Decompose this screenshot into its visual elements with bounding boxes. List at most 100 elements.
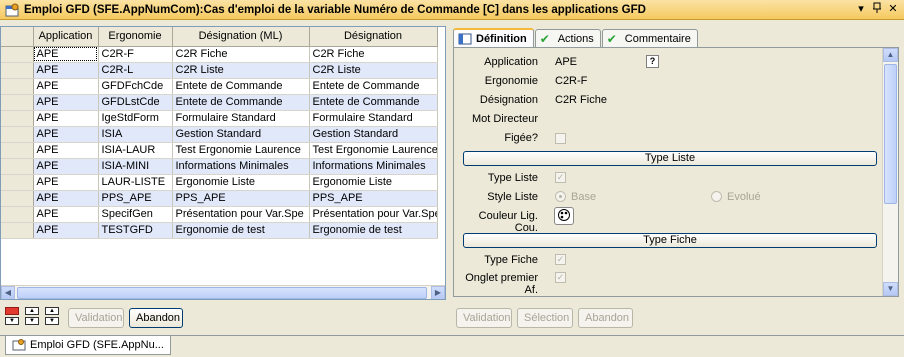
scroll-thumb[interactable]: [884, 64, 897, 204]
cell-ergonomie[interactable]: SpecifGen: [98, 206, 173, 223]
cell-designation-ml[interactable]: C2R Liste: [172, 62, 310, 79]
cell-designation-ml[interactable]: PPS_APE: [172, 190, 310, 207]
row-selector-header[interactable]: [1, 27, 34, 47]
cell-ergonomie[interactable]: ISIA-LAUR: [98, 142, 173, 159]
row-selector[interactable]: [1, 206, 34, 223]
table-row[interactable]: APE GFDLstCde Entete de Commande Entete …: [1, 94, 438, 111]
row-selector[interactable]: [1, 78, 34, 95]
table-row[interactable]: APE GFDFchCde Entete de Commande Entete …: [1, 78, 438, 95]
dropdown-icon[interactable]: ▾: [854, 2, 868, 16]
document-tab[interactable]: Emploi GFD (SFE.AppNu...: [5, 336, 171, 355]
results-grid[interactable]: Application Ergonomie Désignation (ML) D…: [0, 26, 446, 300]
type-liste-section-button[interactable]: Type Liste: [463, 151, 877, 166]
table-row[interactable]: APE C2R-L C2R Liste C2R Liste: [1, 62, 438, 79]
table-row[interactable]: APE ISIA Gestion Standard Gestion Standa…: [1, 126, 438, 143]
abandon-button[interactable]: Abandon: [129, 308, 183, 328]
ergonomie-value[interactable]: C2R-F: [555, 75, 587, 87]
table-row[interactable]: APE SpecifGen Présentation pour Var.Spe …: [1, 206, 438, 223]
cell-designation-ml[interactable]: Présentation pour Var.Spe: [172, 206, 310, 223]
scroll-left-icon[interactable]: ◀: [1, 285, 15, 299]
cell-application[interactable]: APE: [33, 46, 99, 63]
cell-ergonomie[interactable]: C2R-L: [98, 62, 173, 79]
cell-designation[interactable]: Entete de Commande: [309, 94, 438, 111]
onglet-checkbox[interactable]: ✓: [555, 272, 566, 283]
row-selector[interactable]: [1, 174, 34, 191]
table-row[interactable]: APE IgeStdForm Formulaire Standard Formu…: [1, 110, 438, 127]
cell-ergonomie[interactable]: ISIA: [98, 126, 173, 143]
cell-ergonomie[interactable]: C2R-F: [98, 46, 173, 63]
cell-designation-ml[interactable]: Gestion Standard: [172, 126, 310, 143]
right-abandon-button[interactable]: Abandon: [578, 308, 633, 328]
mot-directeur-field[interactable]: [555, 113, 675, 127]
cell-designation-ml[interactable]: Entete de Commande: [172, 78, 310, 95]
help-icon[interactable]: ?: [646, 55, 659, 68]
row-selector[interactable]: [1, 62, 34, 79]
tab-definition[interactable]: Définition: [453, 28, 534, 47]
row-selector[interactable]: [1, 94, 34, 111]
tab-actions[interactable]: ✔ Actions: [534, 29, 601, 47]
column-header-application[interactable]: Application: [33, 27, 99, 47]
cell-ergonomie[interactable]: GFDLstCde: [98, 94, 173, 111]
right-validation-button[interactable]: Validation: [456, 308, 512, 328]
previous-record-icon[interactable]: ▲: [45, 307, 59, 315]
cell-application[interactable]: APE: [33, 126, 99, 143]
cell-designation-ml[interactable]: C2R Fiche: [172, 46, 310, 63]
last-record-icon[interactable]: ▼: [25, 317, 39, 325]
style-evolue-radio[interactable]: [711, 191, 722, 202]
cell-ergonomie[interactable]: PPS_APE: [98, 190, 173, 207]
cell-designation[interactable]: Test Ergonomie Laurence: [309, 142, 438, 159]
type-liste-checkbox[interactable]: ✓: [555, 172, 566, 183]
delete-record-icon[interactable]: [5, 307, 19, 315]
cell-ergonomie[interactable]: TESTGFD: [98, 222, 173, 239]
application-value[interactable]: APE: [555, 56, 577, 68]
cell-designation-ml[interactable]: Ergonomie Liste: [172, 174, 310, 191]
cell-ergonomie[interactable]: IgeStdForm: [98, 110, 173, 127]
cell-designation[interactable]: PPS_APE: [309, 190, 438, 207]
cell-designation[interactable]: Ergonomie Liste: [309, 174, 438, 191]
row-selector[interactable]: [1, 110, 34, 127]
cell-designation[interactable]: Entete de Commande: [309, 78, 438, 95]
row-selector[interactable]: [1, 222, 34, 239]
cell-designation[interactable]: C2R Liste: [309, 62, 438, 79]
row-selector[interactable]: [1, 158, 34, 175]
cell-application[interactable]: APE: [33, 206, 99, 223]
row-selector[interactable]: [1, 126, 34, 143]
table-row[interactable]: APE ISIA-LAUR Test Ergonomie Laurence Te…: [1, 142, 438, 159]
horizontal-scrollbar[interactable]: ◀ ▶: [1, 285, 445, 299]
cell-application[interactable]: APE: [33, 222, 99, 239]
cell-designation-ml[interactable]: Test Ergonomie Laurence: [172, 142, 310, 159]
table-row[interactable]: APE LAUR-LISTE Ergonomie Liste Ergonomie…: [1, 174, 438, 191]
row-selector[interactable]: [1, 142, 34, 159]
next-record-icon[interactable]: ▼: [5, 317, 19, 325]
type-fiche-checkbox[interactable]: ✓: [555, 254, 566, 265]
cell-ergonomie[interactable]: ISIA-MINI: [98, 158, 173, 175]
figee-checkbox[interactable]: [555, 133, 566, 144]
cell-application[interactable]: APE: [33, 62, 99, 79]
scroll-up-icon[interactable]: ▲: [883, 48, 898, 62]
table-row[interactable]: APE ISIA-MINI Informations Minimales Inf…: [1, 158, 438, 175]
cell-designation[interactable]: C2R Fiche: [309, 46, 438, 63]
cell-designation[interactable]: Présentation pour Var.Spe: [309, 206, 438, 223]
cell-application[interactable]: APE: [33, 94, 99, 111]
color-picker-icon[interactable]: [554, 207, 574, 225]
row-selector[interactable]: [1, 46, 34, 63]
selection-button[interactable]: Sélection: [517, 308, 573, 328]
cell-ergonomie[interactable]: LAUR-LISTE: [98, 174, 173, 191]
cell-designation-ml[interactable]: Ergonomie de test: [172, 222, 310, 239]
pin-icon[interactable]: [870, 2, 884, 16]
cell-designation-ml[interactable]: Formulaire Standard: [172, 110, 310, 127]
column-header-designation[interactable]: Désignation: [309, 27, 438, 47]
cell-application[interactable]: APE: [33, 190, 99, 207]
scroll-thumb[interactable]: [17, 287, 427, 299]
cell-designation-ml[interactable]: Entete de Commande: [172, 94, 310, 111]
type-fiche-section-button[interactable]: Type Fiche: [463, 233, 877, 248]
table-row[interactable]: APE C2R-F C2R Fiche C2R Fiche: [1, 46, 438, 63]
cell-designation-ml[interactable]: Informations Minimales: [172, 158, 310, 175]
close-icon[interactable]: ✕: [886, 2, 900, 16]
refresh-record-icon[interactable]: ▼: [45, 317, 59, 325]
table-row[interactable]: APE PPS_APE PPS_APE PPS_APE: [1, 190, 438, 207]
designation-value[interactable]: C2R Fiche: [555, 94, 607, 106]
cell-application[interactable]: APE: [33, 110, 99, 127]
scroll-right-icon[interactable]: ▶: [431, 285, 445, 299]
first-record-icon[interactable]: ▲: [25, 307, 39, 315]
